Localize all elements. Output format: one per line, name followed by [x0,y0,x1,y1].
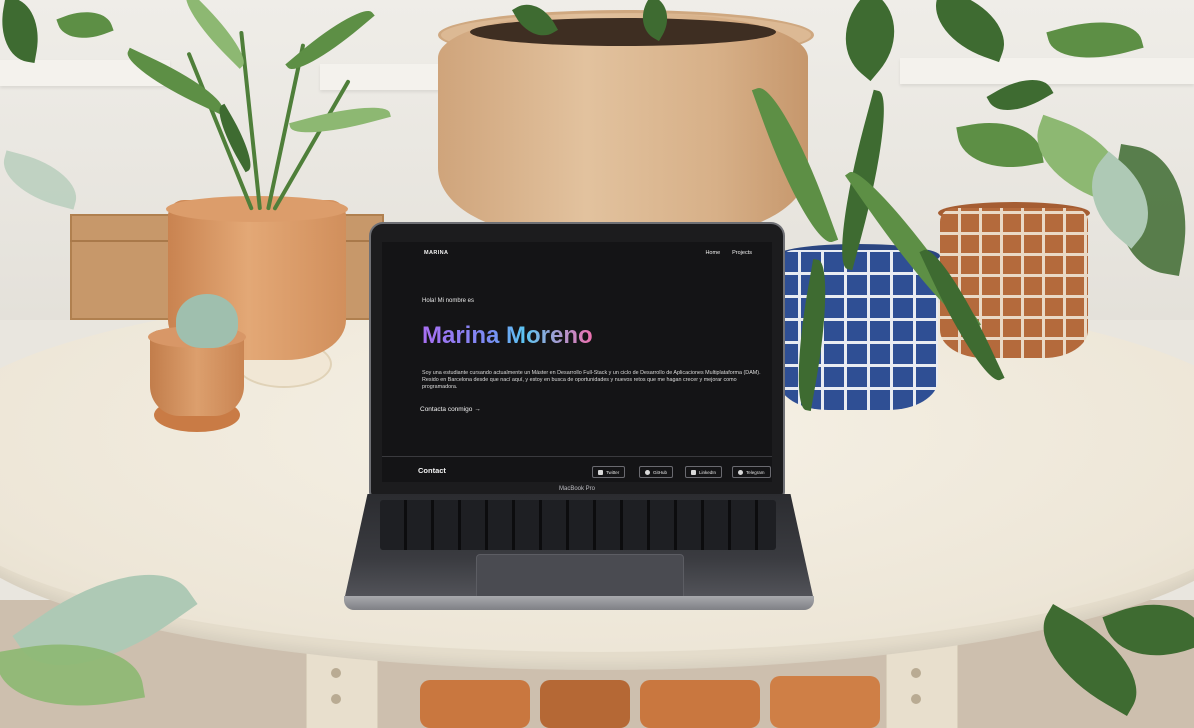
hero-name: Marina Moreno [422,322,593,349]
leg-hole [911,668,921,678]
nav-link-home[interactable]: Home [705,250,720,256]
nav-brand[interactable]: MARINA [424,250,448,256]
telegram-label: Telegram [746,469,765,475]
github-icon [645,469,650,475]
hero-bio: Soy una estudiante cursando actualmente … [422,370,761,390]
wall-shelf [320,64,440,90]
laptop-model-label: MacBook Pro [558,486,595,492]
nav-links: Home Projects [705,250,752,256]
linkedin-button[interactable]: LinkedIn [685,466,723,478]
planter-soil [470,18,776,46]
linkedin-label: LinkedIn [699,469,717,475]
twitter-label: Twitter [606,469,620,475]
leg-hole [331,668,341,678]
pot-under-table [640,680,760,728]
heart-cactus [176,294,238,348]
telegram-button[interactable]: Telegram [732,466,771,478]
leg-hole [331,694,341,704]
telegram-icon [738,469,743,475]
footer-divider [382,456,772,457]
large-planter [438,14,808,234]
pot-under-table [770,676,880,728]
contact-me-link[interactable]: Contacta conmigo → [420,406,481,413]
nav-link-projects[interactable]: Projects [732,250,752,256]
laptop-screen: MARINA Home Projects Hola! Mi nombre es … [382,242,772,482]
twitter-button[interactable]: Twitter [592,466,626,478]
leg-hole [911,694,921,704]
footer-title: Contact [418,466,446,475]
twitter-icon [598,469,603,475]
github-button[interactable]: GitHub [639,466,674,478]
wall-shelf [900,58,1194,84]
github-label: GitHub [653,469,668,475]
pot-under-table [540,680,630,728]
hero-greeting: Hola! Mi nombre es [422,298,475,304]
laptop-keyboard [380,500,776,550]
laptop-base-front [344,596,814,610]
linkedin-icon [691,469,696,475]
laptop-trackpad [476,554,684,600]
pot-under-table [420,680,530,728]
